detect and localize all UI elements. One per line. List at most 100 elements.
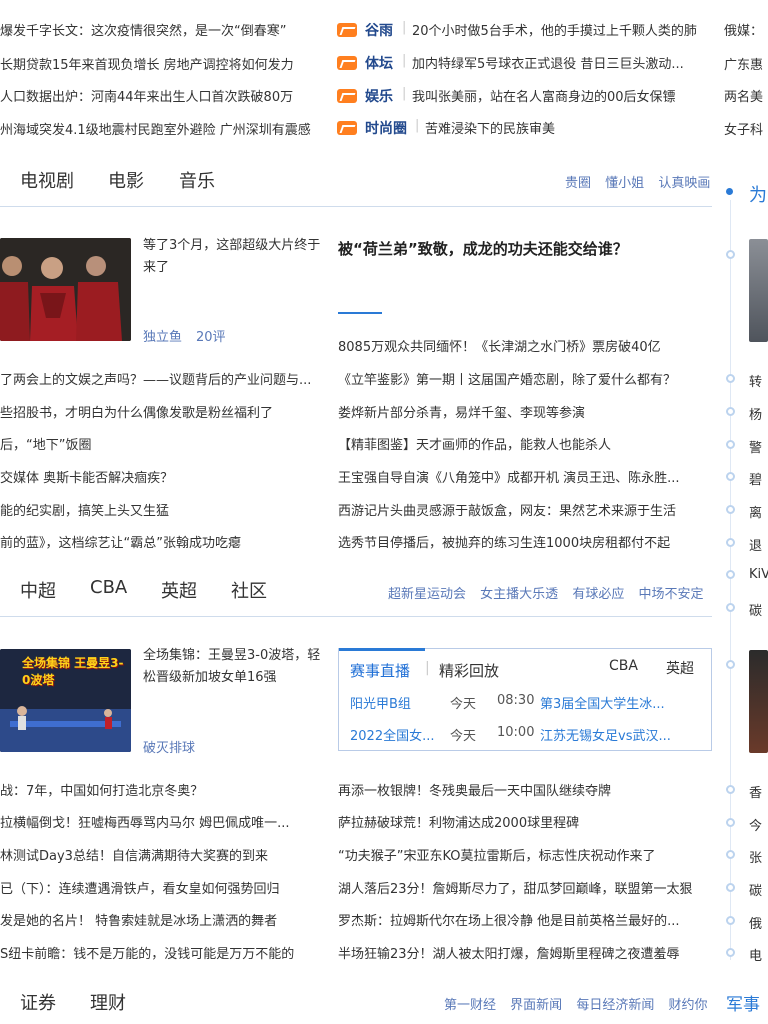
sports-feature-title[interactable]: 全场集锦：王曼昱3-0波塔，轻松晋级新加坡女单16强 [143, 645, 323, 689]
ent-left-item[interactable]: 交媒体 奥斯卡能否解决痼疾？ [0, 467, 325, 486]
live-team[interactable]: 阳光甲B组 [350, 693, 444, 712]
tab-tv-series[interactable]: 电视剧 [20, 167, 74, 193]
feature-thumbnail[interactable] [0, 238, 131, 341]
sidebar-header[interactable]: 为 [749, 181, 767, 207]
ent-right-item[interactable]: 8085万观众共同缅怀！《长津湖之水门桥》票房破40亿 [338, 336, 713, 355]
sports-right-item[interactable]: 罗杰斯：拉姆斯代尔在场上很冷静 他是目前英格兰最好的... [338, 910, 713, 929]
sports-right-item[interactable]: 再添一枚银牌！冬残奥最后一天中国队继续夺牌 [338, 780, 713, 799]
sidebar-item[interactable]: 转 [749, 371, 768, 390]
sports-thumbnail[interactable]: 全场集锦 王曼昱3-0波塔 [0, 649, 131, 752]
divider: | [402, 53, 407, 68]
finance-link[interactable]: 每日经济新闻 [576, 998, 654, 1013]
timeline-dot [726, 570, 735, 579]
finance-link[interactable]: 第一财经 [444, 998, 496, 1013]
finance-link[interactable]: 财约你 [668, 998, 707, 1013]
sidebar-item[interactable]: 碳 [749, 880, 768, 899]
category-label[interactable]: 时尚圈 [365, 118, 407, 138]
top-news-left-0[interactable]: 爆发千字长文：这次疫情很突然，是一次“倒春寒” [0, 20, 320, 39]
ent-right-item[interactable]: 《立竿鉴影》第一期丨这届国产婚恋剧，除了爱什么都有？ [338, 369, 713, 388]
ent-left-item[interactable]: 能的纪实剧，搞笑上头又生猛 [0, 500, 325, 519]
ent-right-item[interactable]: 娄烨新片部分杀青，易烊千玺、李现等参演 [338, 402, 713, 421]
tab-highlights[interactable]: 精彩回放 [439, 660, 499, 681]
timeline-dot [726, 374, 735, 383]
top-news-mid-2[interactable]: 我叫张美丽，站在名人富商身边的00后女保镖 [412, 86, 712, 105]
sidebar-item[interactable]: 俄 [749, 913, 768, 932]
sidebar-thumbnail[interactable] [749, 650, 768, 753]
tab-community[interactable]: 社区 [231, 577, 267, 603]
sidebar-item[interactable]: 杨 [749, 404, 768, 423]
sidebar-thumbnail[interactable] [749, 239, 768, 342]
ent-right-item[interactable]: 选秀节目停播后，被抛弃的练习生连1000块房租都付不起 [338, 532, 713, 551]
timeline-dot [726, 505, 735, 514]
live-team[interactable]: 2022全国女... [350, 725, 444, 744]
top-news-left-2[interactable]: 人口数据出炉：河南44年来出生人口首次跌破80万 [0, 86, 320, 105]
sidebar-item[interactable]: 警 [749, 437, 768, 456]
top-news-left-1[interactable]: 长期贷款15年来首现负增长 房地产调控将如何发力 [0, 54, 320, 73]
top-news-right-0[interactable]: 俄媒： [724, 20, 768, 39]
finance-link[interactable]: 界面新闻 [510, 998, 562, 1013]
top-news-right-1[interactable]: 广东惠 [724, 54, 768, 73]
tab-live-matches[interactable]: 赛事直播 [350, 660, 410, 681]
sports-right-item[interactable]: “功夫猴子”宋亚东KO莫拉雷斯后，标志性庆祝动作来了 [338, 845, 713, 864]
sports-link[interactable]: 女主播大乐透 [480, 587, 558, 602]
ent-right-item[interactable]: 王宝强自导自演《八角笼中》成都开机 演员王迅、陈永胜... [338, 467, 713, 486]
sports-left-item[interactable]: S纽卡前瞻：钱不是万能的，没钱可能是万万不能的 [0, 943, 325, 962]
sidebar-item[interactable]: 碧 [749, 469, 768, 488]
sidebar-item[interactable]: 退 [749, 535, 768, 554]
ent-link[interactable]: 贵圈 [565, 176, 591, 191]
sports-link[interactable]: 中场不安定 [638, 587, 703, 602]
ent-link[interactable]: 认真映画 [658, 176, 710, 191]
sports-left-item[interactable]: 战：7年，中国如何打造北京冬奥？ [0, 780, 325, 799]
comment-count[interactable]: 20评 [196, 326, 226, 345]
sidebar-item[interactable]: 电 [749, 945, 768, 964]
top-news-mid-3[interactable]: 苦难浸染下的民族审美 [425, 118, 715, 137]
live-match[interactable]: 江苏无锡女足vs武汉... [540, 725, 690, 744]
tab-movies[interactable]: 电影 [108, 167, 144, 193]
sidebar-item[interactable]: 今 [749, 815, 768, 834]
category-label[interactable]: 谷雨 [365, 20, 393, 40]
sports-link[interactable]: 超新星运动会 [388, 587, 466, 602]
top-news-mid-0[interactable]: 20个小时做5台手术，他的手摸过上千颗人类的肺 [412, 20, 712, 39]
ent-right-item[interactable]: 【精菲图鉴】天才画师的作品，能救人也能杀人 [338, 434, 713, 453]
top-news-left-3[interactable]: 州海域突发4.1级地震村民跑室外避险 广州深圳有震感 [0, 119, 320, 138]
ent-left-item[interactable]: 后，“地下”饭圈 [0, 434, 325, 453]
live-link-cba[interactable]: CBA [609, 658, 638, 674]
sports-feature-source[interactable]: 破灭排球 [143, 737, 195, 756]
top-news-mid-1[interactable]: 加内特绿军5号球衣正式退役 昔日三巨头激动... [412, 53, 712, 72]
sports-left-item[interactable]: 拉横幅倒戈！狂嘘梅西辱骂内马尔 姆巴佩成唯一... [0, 812, 325, 831]
ent-left-item[interactable]: 些招股书，才明白为什么偶像发歌是粉丝福利了 [0, 402, 325, 421]
tab-epl[interactable]: 英超 [161, 577, 197, 603]
sidebar-item[interactable]: 香 [749, 782, 768, 801]
sports-right-item[interactable]: 湖人落后23分！詹姆斯尽力了，甜瓜梦回巅峰，联盟第一太狠 [338, 878, 713, 897]
tab-stocks[interactable]: 证券 [20, 989, 56, 1015]
sidebar-military-tab[interactable]: 军事 [726, 990, 760, 1015]
live-match[interactable]: 第3届全国大学生冰... [540, 693, 690, 712]
category-label[interactable]: 娱乐 [365, 86, 393, 106]
sports-left-item[interactable]: 林测试Day3总结！自信满满期待大奖赛的到来 [0, 845, 325, 864]
tab-cba[interactable]: CBA [90, 577, 127, 598]
sidebar-item[interactable]: KiV [749, 567, 768, 582]
ent-link[interactable]: 懂小姐 [605, 176, 644, 191]
timeline-dot [726, 660, 735, 669]
category-label[interactable]: 体坛 [365, 53, 393, 73]
tab-music[interactable]: 音乐 [179, 167, 215, 193]
ent-right-item[interactable]: 西游记片头曲灵感源于敲饭盒，网友：果然艺术来源于生活 [338, 500, 713, 519]
feature-title[interactable]: 等了3个月，这部超级大片终于来了 [143, 235, 323, 279]
sidebar-item[interactable]: 碳 [749, 600, 768, 619]
ent-left-item[interactable]: 前的蓝》，这档综艺让“霸总”张翰成功吃瘪 [0, 532, 325, 551]
top-news-right-2[interactable]: 两名美 [724, 86, 768, 105]
sidebar-item[interactable]: 离 [749, 502, 768, 521]
sidebar-item[interactable]: 张 [749, 847, 768, 866]
feature-source[interactable]: 独立鱼 [143, 326, 182, 345]
ent-left-item[interactable]: 了两会上的文娱之声吗？——议题背后的产业问题与... [0, 369, 325, 388]
sports-left-item[interactable]: 已（下）：连续遭遇滑铁卢，看女皇如何强势回归 [0, 878, 325, 897]
live-link-epl[interactable]: 英超 [666, 658, 694, 678]
sports-left-item[interactable]: 发是她的名片！ 特鲁索娃就是冰场上潇洒的舞者 [0, 910, 325, 929]
ent-headline[interactable]: 被“荷兰弟”致敬，成龙的功夫还能交给谁？ [338, 238, 628, 259]
tab-wealth[interactable]: 理财 [90, 989, 126, 1015]
tab-csl[interactable]: 中超 [20, 577, 56, 603]
sports-link[interactable]: 有球必应 [572, 587, 624, 602]
sports-right-item[interactable]: 半场狂输23分！湖人被太阳打爆，詹姆斯里程碑之夜遭羞辱 [338, 943, 713, 962]
top-news-right-3[interactable]: 女子科 [724, 119, 768, 138]
sports-right-item[interactable]: 萨拉赫破球荒！利物浦达成2000球里程碑 [338, 812, 713, 831]
